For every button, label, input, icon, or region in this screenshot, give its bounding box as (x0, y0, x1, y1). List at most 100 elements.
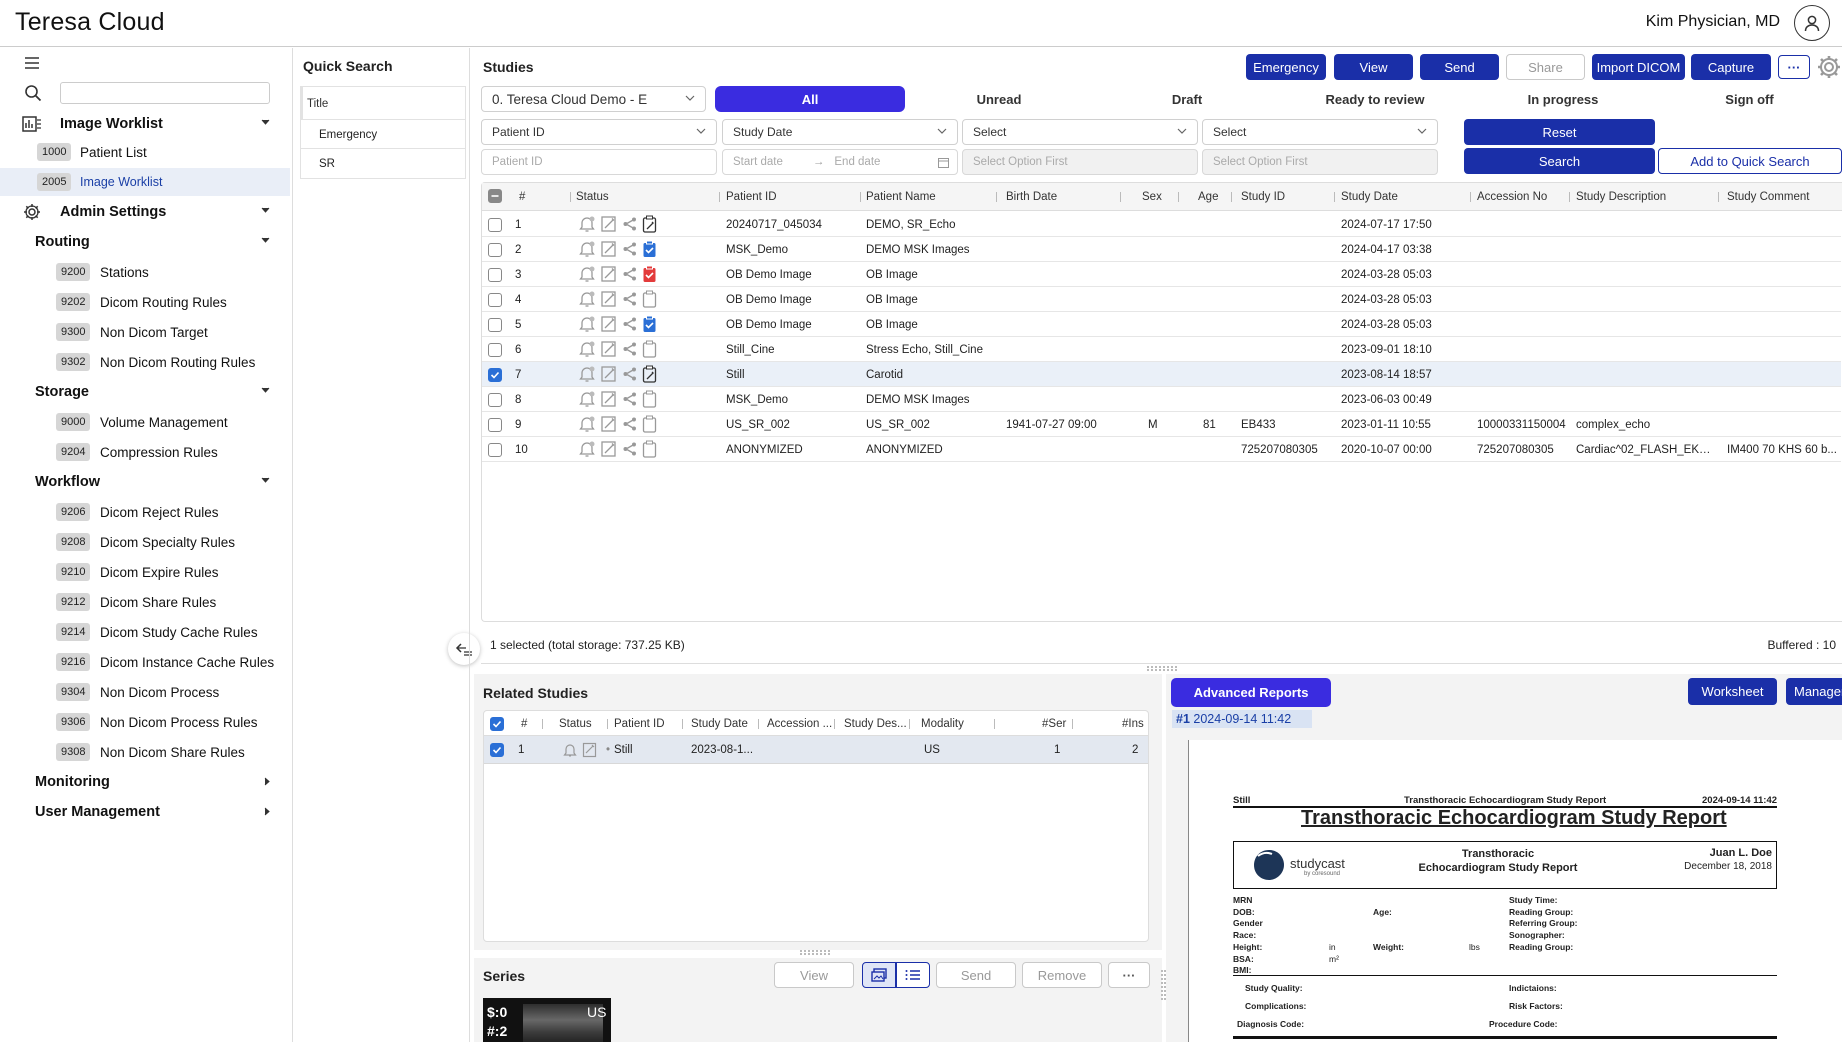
bell-icon[interactable] (578, 440, 596, 458)
report-status-icon[interactable] (642, 315, 658, 333)
report-status-icon[interactable] (642, 440, 658, 458)
section-admin-settings[interactable]: Admin Settings (0, 198, 290, 226)
table-row[interactable]: 1 20240717_045034 DEMO, SR_Echo 2024-07-17 … (482, 212, 1841, 237)
series-thumbnail[interactable]: $:0 #:2 US (483, 998, 611, 1042)
report-edit-icon[interactable] (600, 315, 618, 333)
user-name[interactable]: Kim Physician, MD (1646, 13, 1780, 31)
col-header[interactable]: Study Description (1576, 191, 1666, 203)
related-row[interactable]: 1 • Still 2023-08-1... US 1 2 (484, 736, 1148, 764)
report-edit-icon[interactable] (600, 390, 618, 408)
col-header[interactable]: Status (559, 718, 592, 730)
patient-id-input[interactable]: Patient ID (481, 149, 717, 175)
row-checkbox[interactable] (488, 218, 502, 232)
bell-icon[interactable] (578, 365, 596, 383)
table-row[interactable]: 8 MSK_Demo DEMO MSK Images 2023-06-03 00:49 (482, 387, 1841, 412)
report-status-icon[interactable] (642, 290, 658, 308)
filter-field-select-2[interactable]: Study Date (722, 119, 958, 145)
sidebar-item-dicom-share-rules[interactable]: 9212 Dicom Share Rules (0, 588, 290, 616)
section-image-worklist[interactable]: Image Worklist (0, 110, 290, 138)
sidebar-item-dicom-instance-cache-rules[interactable]: 9216 Dicom Instance Cache Rules (0, 648, 290, 676)
share-icon[interactable] (622, 266, 638, 282)
col-header[interactable]: # (521, 718, 527, 730)
report-status-icon[interactable] (642, 265, 658, 283)
sidebar-item-non-dicom-share-rules[interactable]: 9308 Non Dicom Share Rules (0, 738, 290, 766)
report-status-icon[interactable] (642, 340, 658, 358)
report-edit-icon[interactable] (600, 290, 618, 308)
add-to-quick-search-button[interactable]: Add to Quick Search (1658, 148, 1842, 174)
table-row[interactable]: 2 MSK_Demo DEMO MSK Images 2024-04-17 03:38 (482, 237, 1841, 262)
col-header[interactable]: Sex (1142, 191, 1162, 203)
report-status-icon[interactable] (642, 365, 658, 383)
source-select[interactable]: 0. Teresa Cloud Demo - E (481, 86, 706, 112)
share-icon[interactable] (622, 416, 638, 432)
row-checkbox[interactable] (488, 243, 502, 257)
sidebar-item-image-worklist[interactable]: 2005 Image Worklist (0, 168, 290, 196)
row-checkbox[interactable] (488, 393, 502, 407)
tab-ready-to-review[interactable]: Ready to review (1281, 86, 1469, 112)
sidebar-item-dicom-reject-rules[interactable]: 9206 Dicom Reject Rules (0, 498, 290, 526)
hamburger-menu-icon[interactable] (24, 56, 40, 70)
report-status-icon[interactable] (642, 215, 658, 233)
col-header[interactable]: Study Des... (844, 718, 907, 730)
quick-search-item[interactable]: SR (300, 149, 466, 179)
col-header[interactable]: Accession ... (767, 718, 832, 730)
tab-in-progress[interactable]: In progress (1469, 86, 1657, 112)
capture-button[interactable]: Capture (1691, 54, 1771, 80)
row-checkbox[interactable] (488, 418, 502, 432)
resize-handle[interactable] (1147, 666, 1177, 671)
col-header[interactable]: Age (1198, 191, 1218, 203)
view-button[interactable]: View (1334, 54, 1413, 80)
series-more-button[interactable]: ··· (1108, 962, 1150, 988)
bell-icon[interactable] (578, 390, 596, 408)
share-icon[interactable] (622, 216, 638, 232)
sidebar-item-stations[interactable]: 9200 Stations (0, 258, 290, 286)
share-icon[interactable] (622, 316, 638, 332)
send-button[interactable]: Send (1420, 54, 1499, 80)
reset-button[interactable]: Reset (1464, 119, 1655, 145)
bell-icon[interactable] (578, 340, 596, 358)
share-icon[interactable] (622, 441, 638, 457)
section-storage[interactable]: Storage (0, 378, 290, 406)
select-all-checkbox[interactable] (488, 189, 502, 203)
report-status-icon[interactable] (642, 415, 658, 433)
report-edit-icon[interactable] (600, 265, 618, 283)
table-row[interactable]: 3 OB Demo Image OB Image 2024-03-28 05:03 (482, 262, 1841, 287)
table-row[interactable]: 7 Still Carotid 2023-08-14 18:57 (482, 362, 1841, 387)
col-header[interactable]: Study ID (1241, 191, 1285, 203)
table-row[interactable]: 5 OB Demo Image OB Image 2024-03-28 05:03 (482, 312, 1841, 337)
section-monitoring[interactable]: Monitoring (0, 768, 290, 796)
row-checkbox[interactable] (488, 443, 502, 457)
series-view-button[interactable]: View (774, 962, 854, 988)
share-icon[interactable] (622, 291, 638, 307)
list-view-icon[interactable] (896, 962, 930, 988)
sidebar-item-dicom-study-cache-rules[interactable]: 9214 Dicom Study Cache Rules (0, 618, 290, 646)
section-workflow[interactable]: Workflow (0, 468, 290, 496)
option-input-4[interactable]: Select Option First (1202, 149, 1438, 175)
tab-sign-off[interactable]: Sign off (1657, 86, 1842, 112)
report-edit-icon[interactable] (600, 365, 618, 383)
col-header[interactable]: #Ins (1122, 718, 1144, 730)
table-row[interactable]: 6 Still_Cine Stress Echo, Still_Cine 2023-0… (482, 337, 1841, 362)
sidebar-item-volume-management[interactable]: 9000 Volume Management (0, 408, 290, 436)
report-edit-icon[interactable] (600, 240, 618, 258)
col-header[interactable]: Patient ID (726, 191, 777, 203)
row-checkbox[interactable] (488, 268, 502, 282)
section-routing[interactable]: Routing (0, 228, 290, 256)
emergency-button[interactable]: Emergency (1246, 54, 1326, 80)
col-header[interactable]: Status (576, 191, 609, 203)
report-edit-icon[interactable] (600, 440, 618, 458)
sidebar-item-dicom-routing-rules[interactable]: 9202 Dicom Routing Rules (0, 288, 290, 316)
share-icon[interactable] (622, 366, 638, 382)
manager-button[interactable]: Manager (1786, 678, 1842, 705)
related-select-all-checkbox[interactable] (490, 717, 504, 731)
search-button[interactable]: Search (1464, 148, 1655, 174)
sidebar-search-input[interactable] (60, 82, 270, 104)
tab-all[interactable]: All (715, 86, 905, 112)
quick-search-item[interactable]: Emergency (300, 119, 466, 149)
table-row[interactable]: 9 US_SR_002 US_SR_002 1941-07-27 09:00 M 81 EB… (482, 412, 1841, 437)
settings-gear-icon[interactable] (1816, 54, 1842, 80)
col-header[interactable]: Birth Date (1006, 191, 1057, 203)
series-send-button[interactable]: Send (936, 962, 1016, 988)
col-header[interactable]: #Ser (1042, 718, 1066, 730)
col-header[interactable]: Accession No (1477, 191, 1547, 203)
